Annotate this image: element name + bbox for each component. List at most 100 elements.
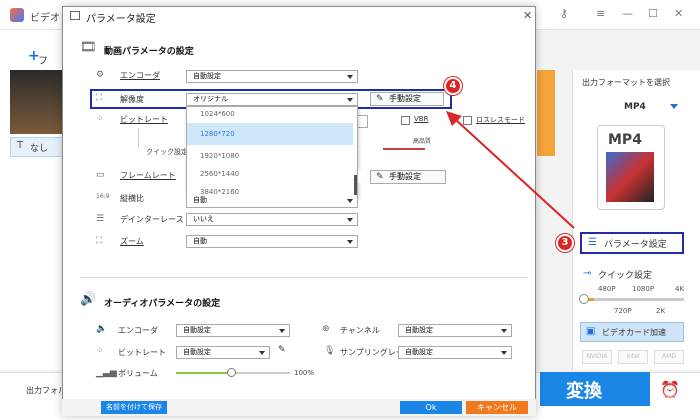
subtitle-icon: T — [17, 140, 24, 151]
output-format-label: 出力フォーマットを選択 — [582, 78, 670, 87]
deinterlace-value: いいえ — [193, 215, 214, 223]
aspect-ratio-icon: 16:9 — [96, 193, 110, 200]
chevron-down-icon[interactable] — [670, 104, 678, 109]
vbr-label: VBR — [414, 115, 429, 123]
dialog-title: パラメータ設定 — [86, 14, 156, 25]
audio-bitrate-label: ビットレート — [118, 348, 166, 357]
key-icon[interactable]: ⚷ — [560, 7, 568, 20]
bitrate-connector — [138, 128, 139, 148]
nvidia-logo: NVIDIA — [582, 350, 612, 364]
volume-slider-track — [232, 372, 290, 374]
amd-logo: AMD — [654, 350, 684, 364]
add-file-label[interactable]: フ — [38, 52, 48, 67]
channel-icon: ⊕ — [322, 324, 330, 334]
zoom-label: ズーム — [120, 237, 144, 246]
video-encoder-label: エンコーダ — [120, 71, 160, 80]
sliders-icon: ☰ — [588, 237, 597, 248]
audio-settings-icon: 🔊 — [80, 292, 97, 307]
maximize-icon[interactable]: ☐ — [648, 7, 658, 20]
bitrate-quick-setting-label: クイック設定 — [146, 148, 188, 156]
save-as-button[interactable]: 名前を付けて保存 — [101, 401, 167, 414]
gpu-acceleration-label: ビデオカード加速 — [602, 328, 666, 337]
zoom-select[interactable]: 自動 — [186, 235, 358, 248]
alarm-clock-icon[interactable]: ⏰ — [660, 380, 680, 399]
channel-select[interactable]: 自動設定 — [398, 324, 512, 337]
volume-icon: ▁▃▅ — [96, 368, 117, 378]
chevron-down-icon — [501, 329, 507, 333]
video-bitrate-label: ビットレート — [120, 115, 168, 124]
chevron-down-icon — [279, 329, 285, 333]
lossless-label: ロスレスモード — [476, 116, 525, 124]
framerate-icon: ▭ — [96, 170, 105, 180]
volume-handle[interactable] — [227, 368, 236, 377]
manual-setting-label: 手動設定 — [389, 172, 421, 181]
quick-setting-slider[interactable] — [582, 298, 684, 301]
cancel-button[interactable]: キャンセル — [466, 401, 528, 414]
quick-setting-handle[interactable] — [579, 294, 589, 304]
quick-level-480p: 480P — [598, 285, 616, 293]
quick-setting-label: クイック設定 — [598, 271, 653, 281]
deinterlace-label: デインターレース — [120, 215, 184, 224]
lossless-checkbox[interactable] — [463, 116, 472, 125]
volume-label: ボリューム — [118, 369, 158, 378]
sample-rate-select[interactable]: 自動設定 — [398, 346, 512, 359]
app-title: ビデオ — [30, 13, 60, 24]
vbr-checkbox[interactable] — [401, 116, 410, 125]
sample-rate-value: 自動設定 — [405, 348, 433, 356]
audio-encoder-select[interactable]: 自動設定 — [176, 324, 290, 337]
output-folder-label: 出力フォル — [26, 386, 66, 395]
audio-bitrate-value: 自動設定 — [183, 348, 211, 356]
intel-logo: Intel — [618, 350, 648, 364]
step-badge-4: 4 — [444, 77, 462, 95]
pencil-icon[interactable]: ✎ — [278, 345, 286, 355]
quick-level-1080p: 1080P — [632, 285, 655, 293]
framerate-label: フレームレート — [120, 171, 176, 180]
resolution-option-selected[interactable]: 1280*720 — [187, 123, 353, 145]
subtitle-value: なし — [30, 144, 49, 154]
channel-value: 自動設定 — [405, 326, 433, 334]
minimize-icon[interactable]: — — [622, 7, 633, 20]
video-section-title: 動画パラメータの設定 — [104, 47, 194, 57]
film-icon — [606, 152, 654, 202]
edit-toolbar-strip — [537, 70, 555, 156]
video-settings-icon: 🎞 — [80, 40, 97, 55]
audio-section-title: オーディオパラメータの設定 — [104, 299, 221, 309]
quick-level-4k: 4K — [675, 285, 685, 293]
aspect-ratio-select[interactable]: 自動 — [186, 195, 358, 208]
format-name[interactable]: MP4 — [624, 102, 646, 112]
dialog-window-icon — [70, 11, 80, 20]
chevron-down-icon — [501, 351, 507, 355]
high-quality-label: 高品質 — [413, 138, 432, 145]
deinterlace-select[interactable]: いいえ — [186, 213, 358, 226]
quality-slider[interactable] — [383, 148, 425, 150]
audio-encoder-label: エンコーダ — [118, 326, 158, 335]
audio-bitrate-select[interactable]: 自動設定 — [176, 346, 270, 359]
dropdown-scrollbar[interactable] — [354, 175, 357, 197]
close-window-icon[interactable]: ✕ — [674, 7, 683, 20]
volume-value: 100% — [294, 369, 315, 377]
video-encoder-select[interactable]: 自動設定 — [186, 70, 358, 83]
resolution-option[interactable]: 1024*600 — [187, 107, 353, 123]
dialog-close-icon[interactable]: ✕ — [523, 9, 532, 22]
framerate-select[interactable] — [358, 170, 364, 183]
ok-button[interactable]: Ok — [400, 401, 462, 414]
audio-encoder-value: 自動設定 — [183, 326, 211, 334]
zoom-icon: ⛶ — [96, 236, 103, 246]
app-logo-icon — [10, 8, 24, 22]
framerate-manual-button[interactable]: ✎ 手動設定 — [370, 170, 446, 184]
convert-label: 変換 — [566, 381, 602, 402]
chevron-down-icon — [347, 199, 353, 203]
channel-label: チャンネル — [340, 326, 380, 335]
encoder-icon: ⚙ — [96, 70, 105, 80]
audio-encoder-icon: 🔈 — [96, 324, 108, 334]
chevron-down-icon — [347, 240, 353, 244]
step-badge-3: 3 — [556, 234, 574, 252]
chevron-down-icon — [347, 75, 353, 79]
video-thumbnail[interactable] — [10, 70, 65, 134]
chip-icon: ▣ — [586, 326, 596, 337]
menu-icon[interactable]: ≡ — [596, 7, 605, 20]
pencil-icon: ✎ — [376, 172, 384, 182]
quick-level-2k: 2K — [656, 307, 666, 315]
aspect-ratio-label: 縦横比 — [120, 194, 144, 203]
aspect-ratio-value: 自動 — [193, 196, 207, 204]
